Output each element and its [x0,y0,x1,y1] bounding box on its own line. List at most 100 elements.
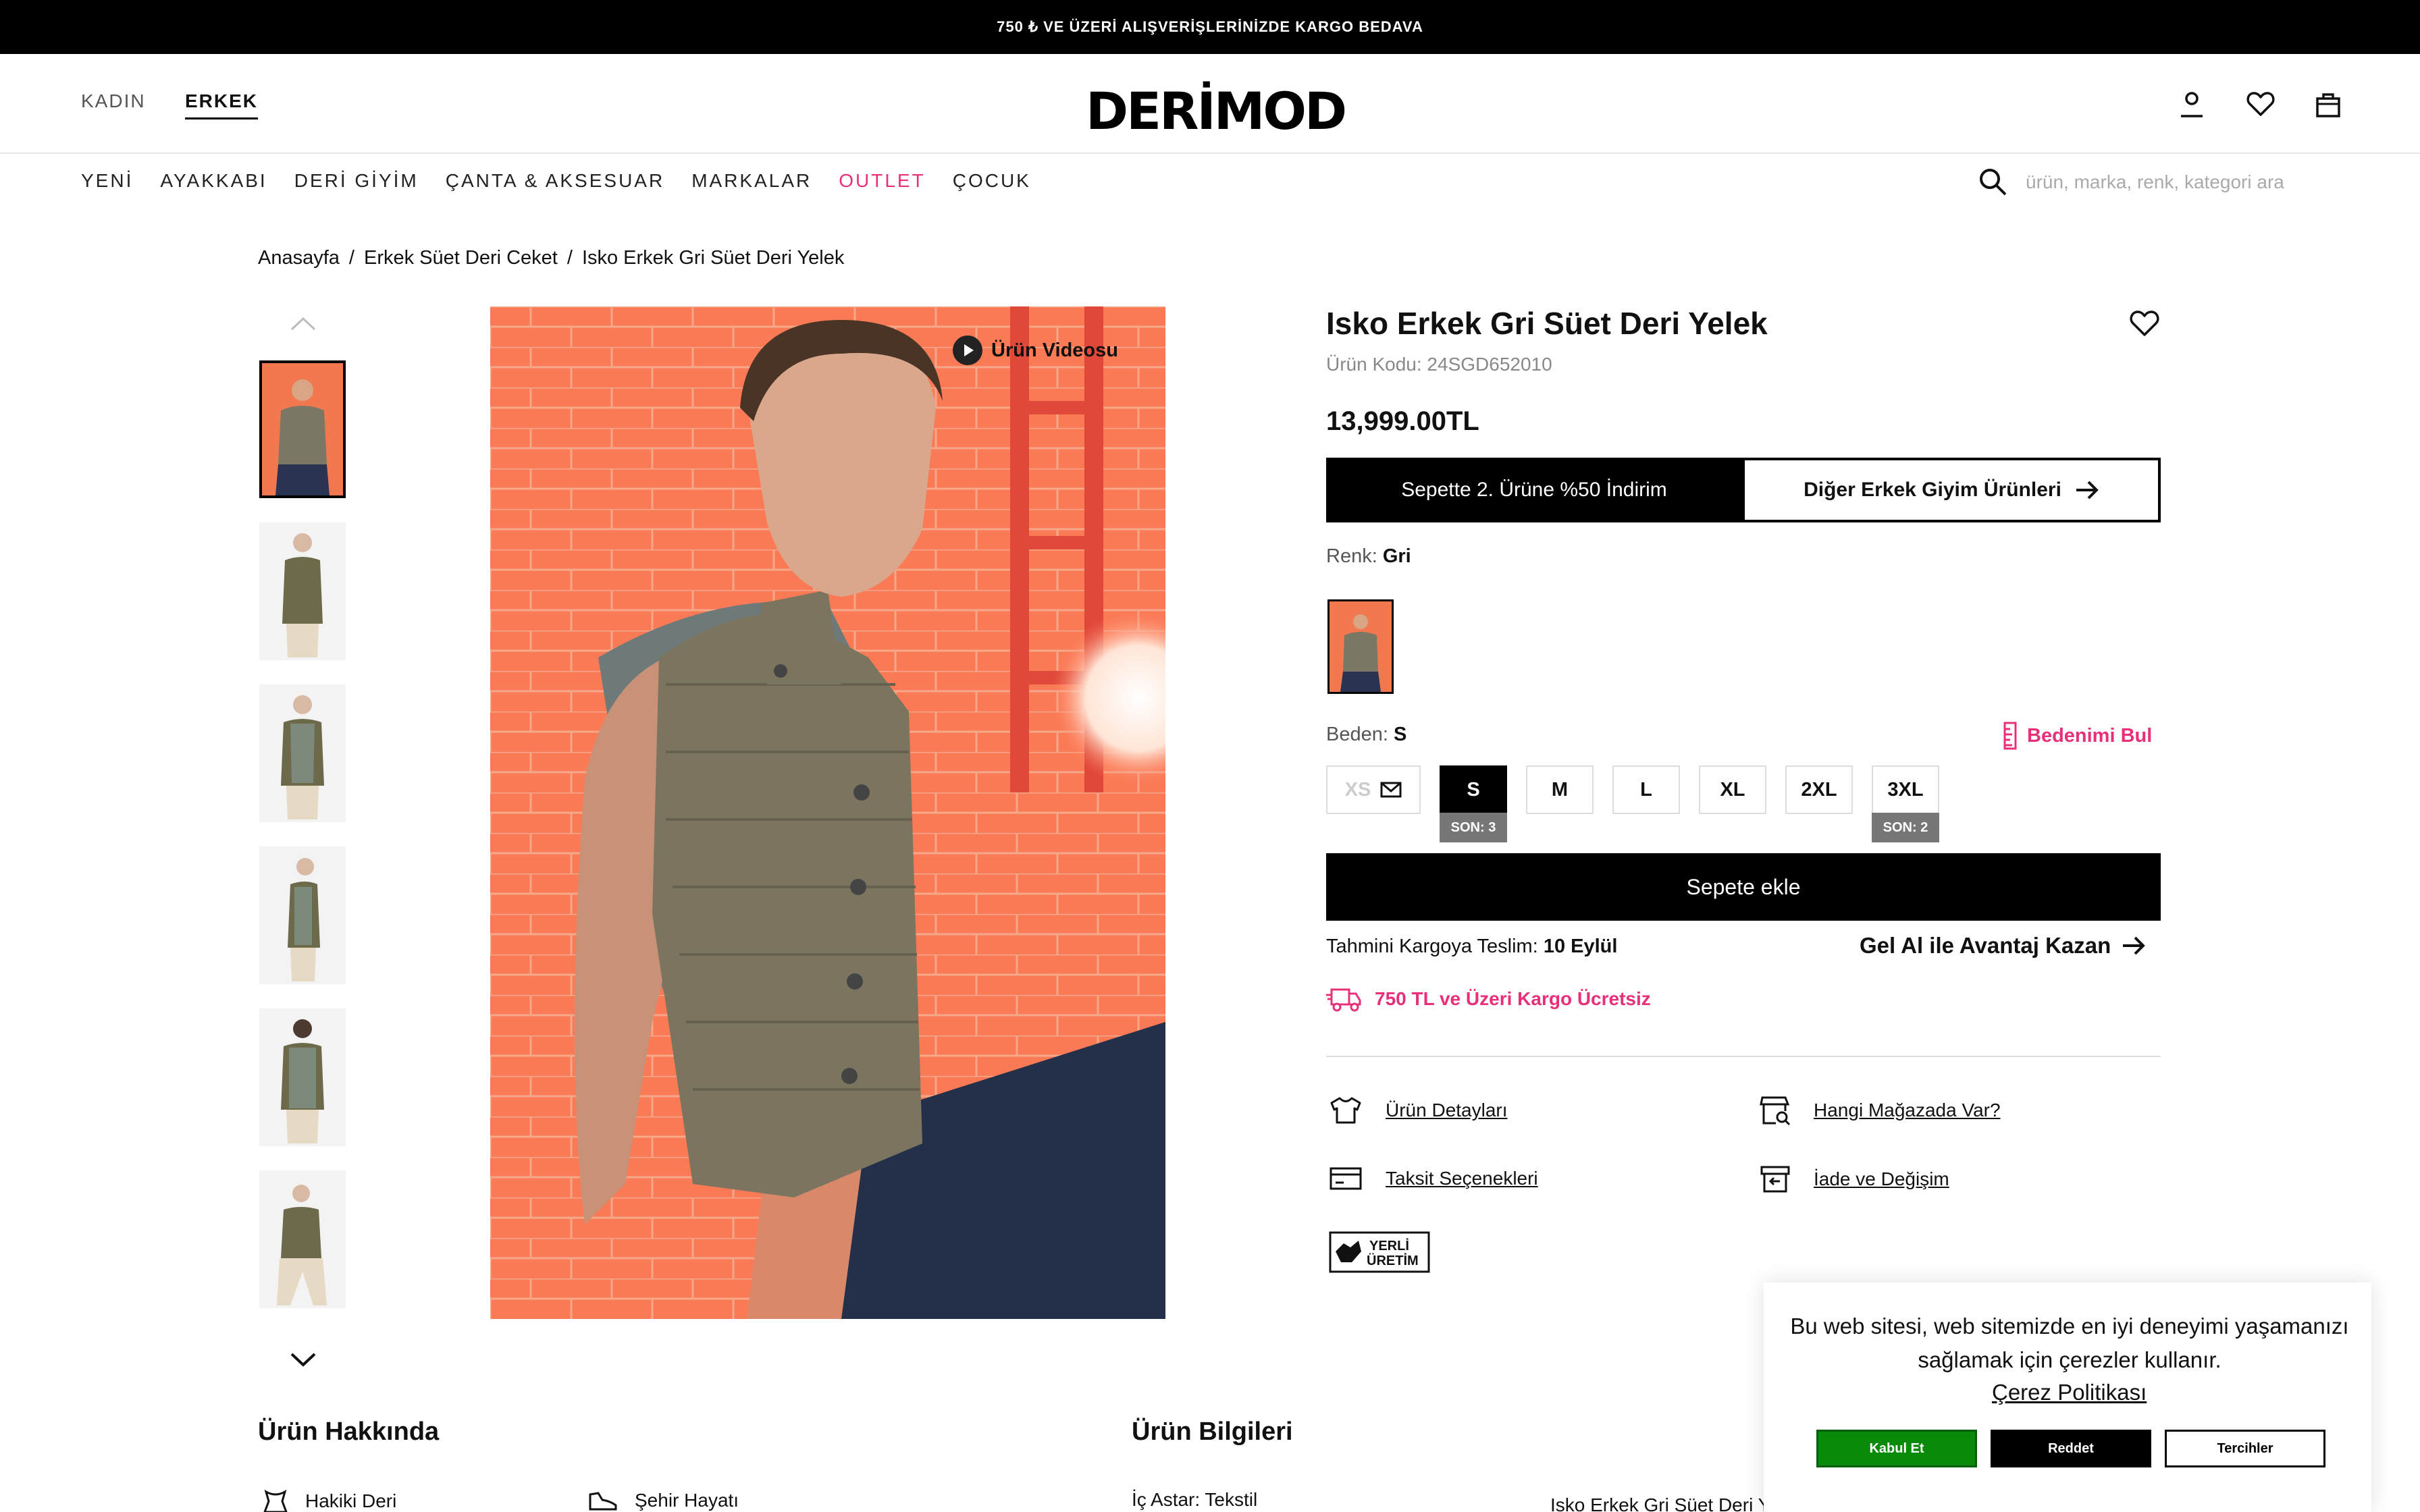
local-production-icon: YERLİ ÜRETİM [1329,1231,1430,1273]
arrow-right-icon [2076,481,2099,500]
return-exchange-link[interactable]: İade ve Değişim [1760,1165,1949,1193]
shipping-banner: 750 ₺ VE ÜZERİ ALIŞVERİŞLERİNİZDE KARGO … [0,0,2420,54]
main-product-image[interactable] [490,306,1165,1319]
breadcrumb-home[interactable]: Anasayfa [258,247,340,269]
local-production-badge: YERLİ ÜRETİM [1329,1231,1430,1273]
gel-al-link[interactable]: Gel Al ile Avantaj Kazan [1860,933,2146,959]
shipping-banner-text: 750 ₺ VE ÜZERİ ALIŞVERİŞLERİNİZDE KARGO … [997,18,1423,35]
breadcrumb-separator: / [348,247,354,269]
delivery-date: 10 Eylül [1543,936,1618,957]
about-item: Hakiki Deri [262,1489,396,1512]
color-label: Renk: Gri [1326,545,1411,568]
gallery-thumbnail[interactable] [259,684,346,822]
tab-kadin[interactable]: KADIN [81,90,146,112]
divider [1326,1056,2161,1057]
nav-item-canta-aksesuar[interactable]: ÇANTA & AKSESUAR [446,170,664,192]
nav-item-outlet[interactable]: OUTLET [839,170,925,192]
gallery-thumbnail[interactable] [259,1170,346,1308]
free-shipping-label: 750 TL ve Üzeri Kargo Ücretsiz [1375,988,1651,1009]
product-thumbnail-image [259,846,346,984]
product-thumbnail-image [259,1008,346,1146]
cookie-preferences-button[interactable]: Tercihler [2165,1430,2325,1467]
gallery-thumbnail[interactable] [259,1008,346,1146]
breadcrumb-separator: / [567,247,573,269]
promo-discount-button[interactable]: Sepette 2. Ürüne %50 İndirim [1326,458,1742,522]
search-input[interactable] [2026,169,2336,196]
return-box-icon [1760,1166,1790,1193]
gallery-thumbnail[interactable] [259,360,346,498]
color-swatch-image [1330,601,1392,692]
stock-badge: SON: 2 [1872,813,1939,842]
product-thumbnail-image [259,1170,346,1308]
store-availability-label: Hangi Mağazada Var? [1814,1100,2001,1120]
size-label: Beden: S [1326,724,1406,746]
nav-item-markalar[interactable]: MARKALAR [691,170,812,192]
stock-badge: SON: 3 [1440,813,1507,842]
size-option-m[interactable]: M [1526,765,1594,814]
store-search-icon [1760,1096,1791,1126]
product-thumbnail-image [259,522,346,660]
video-button[interactable]: Ürün Videosu [952,335,1118,366]
product-thumbnail-image [259,684,346,822]
brand-logo[interactable]: DERİMOD [1086,81,1347,141]
nav-item-deri-giyim[interactable]: DERİ GİYİM [294,170,419,192]
nav-item-yeni[interactable]: YENİ [81,170,133,192]
installment-options-link[interactable]: Taksit Seçenekleri [1329,1166,1538,1191]
size-option-3xl[interactable]: 3XL [1872,765,1939,814]
nav-item-ayakkabi[interactable]: AYAKKABI [160,170,267,192]
arrow-right-icon [2123,936,2146,955]
info-section-title: Ürün Bilgileri [1132,1418,1293,1446]
gallery-thumbnail[interactable] [259,522,346,660]
size-finder-label: Bedenimi Bul [2027,724,2153,747]
about-item: Şehir Hayatı [587,1489,739,1512]
mail-icon [1380,782,1402,798]
size-option-xs[interactable]: XS [1326,765,1421,814]
product-code: Ürün Kodu: 24SGD652010 [1326,354,1552,375]
credit-card-icon [1330,1167,1362,1190]
breadcrumb-category[interactable]: Erkek Süet Deri Ceket [364,247,558,269]
cookie-reject-button[interactable]: Reddet [1991,1430,2151,1467]
promo-discount-label: Sepette 2. Ürüne %50 İndirim [1401,479,1667,501]
cookie-accept-button[interactable]: Kabul Et [1816,1430,1977,1467]
about-section-title: Ürün Hakkında [258,1418,440,1446]
product-details-link[interactable]: Ürün Detayları [1329,1096,1508,1125]
gel-al-label: Gel Al ile Avantaj Kazan [1860,933,2111,958]
product-details-label: Ürün Detayları [1386,1100,1508,1120]
bag-icon[interactable] [2312,88,2344,120]
size-option-2xl[interactable]: 2XL [1785,765,1853,814]
add-to-cart-button[interactable]: Sepete ekle [1326,853,2161,921]
play-icon [953,335,982,365]
cookie-message: Bu web sitesi, web sitemizde en iyi dene… [1790,1314,2349,1372]
site-header: KADIN ERKEK DERİMOD [0,54,2420,154]
size-option-l[interactable]: L [1612,765,1680,814]
tab-erkek[interactable]: ERKEK [185,90,259,119]
other-products-button[interactable]: Diğer Erkek Giyim Ürünleri [1742,458,2161,522]
size-label-text: Beden: [1326,724,1388,745]
nav-item-cocuk[interactable]: ÇOCUK [953,170,1031,192]
product-price: 13,999.00TL [1326,406,1479,436]
product-thumbnail-image [262,363,343,495]
truck-icon [1326,988,1361,1012]
size-option-xl[interactable]: XL [1699,765,1766,814]
product-photo [490,306,1165,1319]
info-item: İç Astar: Tekstil [1132,1489,1258,1510]
color-swatch[interactable] [1327,599,1394,694]
size-option-s[interactable]: S [1440,765,1507,814]
heart-icon[interactable] [2244,88,2277,120]
user-icon[interactable] [2176,88,2208,120]
about-item-label: Şehir Hayatı [635,1490,739,1511]
chevron-down-icon[interactable] [286,1350,320,1370]
about-item-label: Hakiki Deri [305,1490,397,1511]
cookie-policy-link[interactable]: Çerez Politikası [1992,1380,2147,1405]
heart-icon[interactable] [2128,308,2161,338]
gallery-thumbnail[interactable] [259,846,346,984]
other-products-label: Diğer Erkek Giyim Ürünleri [1804,479,2061,501]
size-finder-link[interactable]: Bedenimi Bul [2003,721,2152,751]
return-exchange-label: İade ve Değişim [1814,1168,1949,1189]
video-label: Ürün Videosu [991,339,1118,361]
badge-text-line1: YERLİ [1369,1238,1409,1253]
chevron-up-icon[interactable] [286,313,320,333]
breadcrumb-current: Isko Erkek Gri Süet Deri Yelek [581,247,845,269]
search-icon[interactable] [1977,166,2008,197]
store-availability-link[interactable]: Hangi Mağazada Var? [1760,1095,2001,1126]
